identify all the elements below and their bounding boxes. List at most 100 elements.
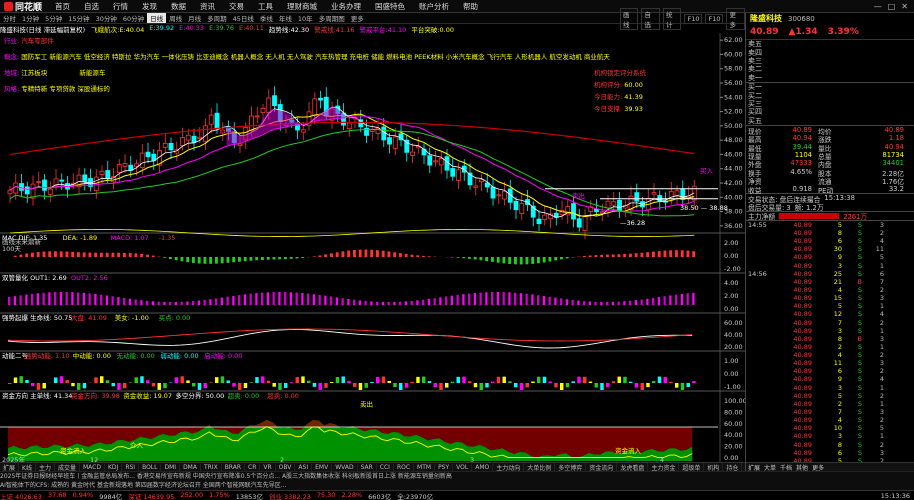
inst-line-1: 今日能力: 41.39 [594,91,684,101]
menu-item-11[interactable]: 账户分析 [412,1,456,12]
quote-tab-4[interactable]: 更多 [812,463,824,472]
momentum-bar [531,381,535,383]
indicator-tab-31[interactable]: 超级单 [679,463,705,471]
indicator-tab-12[interactable]: CR [245,463,261,471]
indicator-tab-18[interactable]: SAR [358,463,377,471]
indicator-tab-5[interactable]: KDJ [105,463,123,471]
app-logo[interactable]: 同花顺 [0,0,48,13]
indicator-tab-20[interactable]: ROC [394,463,415,471]
indicator-tab-28[interactable]: 资金流向 [586,463,618,471]
indicator-tab-13[interactable]: VR [260,463,276,471]
minimize-icon[interactable]: — [874,2,882,11]
menu-item-5[interactable]: 资讯 [193,1,222,12]
price-axis-label: 54.00 [724,93,743,101]
indicator-tab-11[interactable]: BRAR [222,463,246,471]
indicator-tab-2[interactable]: 主力 [36,463,55,471]
period-tab-12[interactable]: 年线 [276,13,295,23]
period-tab-14[interactable]: 多周期图 [316,13,348,23]
candle-body [346,122,352,129]
dual-bar [318,294,321,305]
menu-item-2[interactable]: 行情 [106,1,135,12]
indicator-tab-22[interactable]: PSY [435,463,454,471]
period-tab-4[interactable]: 30分钟 [93,13,120,23]
dual-bar [629,300,632,305]
menu-item-12[interactable]: 帮助 [456,1,485,12]
macd-bar [266,257,270,260]
quote-tab-0[interactable]: 扩展 [748,463,760,472]
indicator-tab-33[interactable]: 持仓 [723,463,743,471]
indicator-tab-32[interactable]: 机构 [704,463,724,471]
menu-item-6[interactable]: 交易 [222,1,251,12]
period-tab-11[interactable]: 季线 [257,13,276,23]
period-tab-10[interactable]: 45日线 [230,13,257,23]
menu-item-8[interactable]: 理财商城 [280,1,324,12]
period-tab-1[interactable]: 1分钟 [19,13,42,23]
period-tab-2[interactable]: 5分钟 [42,13,65,23]
menu-item-0[interactable]: 首页 [48,1,77,12]
period-tab-0[interactable]: 分时 [0,13,19,23]
menu-item-3[interactable]: 发现 [135,1,164,12]
indicator-tab-1[interactable]: K线 [19,463,36,471]
period-tab-3[interactable]: 15分钟 [65,13,92,23]
indicator-tab-23[interactable]: VOL [453,463,473,471]
maximize-icon[interactable]: □ [888,2,896,11]
dual-bar [456,294,459,305]
tick-row: 14:55 40.89 5 S 3 [746,221,914,229]
menu-item-4[interactable]: 数据 [164,1,193,12]
tick-list[interactable]: 14:55 40.89 5 S 3 40.89 8 S 2 40.89 6 S 4 40.89 30 S 11 4… [746,219,914,473]
quote-tab-2[interactable]: 千档 [780,463,792,472]
menu-item-9[interactable]: 业务办理 [324,1,368,12]
news-line-2[interactable]: AI智能体下的CFS: 成熟的 黄金时代 基金新规落地 第四届数字经济论坛召开 … [0,481,914,490]
candle-body [185,134,191,141]
indicator-tab-27[interactable]: 多空博弈 [555,463,587,471]
quote-tab-1[interactable]: 大单 [764,463,776,472]
indicator-tab-21[interactable]: MTM [414,463,436,471]
indicator-tab-6[interactable]: RSI [122,463,140,471]
momentum-bar [324,383,328,388]
tick-row: 40.89 9 S 5 [746,253,914,261]
indicator-tab-14[interactable]: OBV [276,463,296,471]
indicator-tab-29[interactable]: 龙虎看盘 [617,463,649,471]
indicator-tab-10[interactable]: TRIX [201,463,222,471]
period-tab-5[interactable]: 60分钟 [120,13,147,23]
period-tab-8[interactable]: 月线 [185,13,204,23]
indicator-tab-30[interactable]: 主力资金 [648,463,680,471]
indicator-tab-4[interactable]: MACD [80,463,105,471]
menu-item-7[interactable]: 工具 [251,1,280,12]
tool-button-3[interactable]: F10 [684,13,703,24]
indicator-tab-26[interactable]: 大单比例 [524,463,556,471]
close-icon[interactable]: ✕ [901,2,908,11]
period-tab-6[interactable]: 日线 [147,13,167,23]
period-tab-13[interactable]: 10年 [295,13,316,23]
dual-bar [594,301,597,305]
period-tab-9[interactable]: 多周期 [204,13,230,23]
tool-button-4[interactable]: F10 [705,13,724,24]
period-tab-15[interactable]: 更多 [348,13,367,23]
bid-label: 买五 [748,116,762,125]
fund-label: 超卖: 0.00 [228,391,260,400]
tick-price: 40.89 [793,228,812,237]
indicator-tab-8[interactable]: DMI [161,463,181,471]
macd-bar [686,250,690,257]
indicator-tab-19[interactable]: CCI [377,463,394,471]
indicator-tab-17[interactable]: WVAD [332,463,358,471]
candle-body [30,183,36,199]
news-line-1[interactable]: 2025年证券日报财经早班车丨金融监管总局发布... 香港交易所宣布新规 中国央… [0,472,914,481]
macd-bar [42,251,46,257]
indicator-tab-0[interactable]: 扩展 [0,463,20,471]
indicator-tab-16[interactable]: EMV [312,463,333,471]
indicator-tab-3[interactable]: 成交量 [55,463,80,471]
momentum-bar [565,383,570,388]
indicator-tab-9[interactable]: DMA [180,463,201,471]
index-value-1: 37.68 [47,490,67,499]
tick-count: 4 [879,375,884,384]
menu-item-10[interactable]: 国盛特色 [368,1,412,12]
indicator-tab-7[interactable]: BOLL [139,463,162,471]
indicator-tab-15[interactable]: ASI [295,463,313,471]
candle-body [266,97,272,114]
indicator-tab-25[interactable]: 主力动向 [493,463,525,471]
period-tab-7[interactable]: 周线 [166,13,185,23]
indicator-tab-24[interactable]: AMO [472,463,494,471]
quote-tab-3[interactable]: 其他 [796,463,808,472]
menu-item-1[interactable]: 自选 [77,1,106,12]
